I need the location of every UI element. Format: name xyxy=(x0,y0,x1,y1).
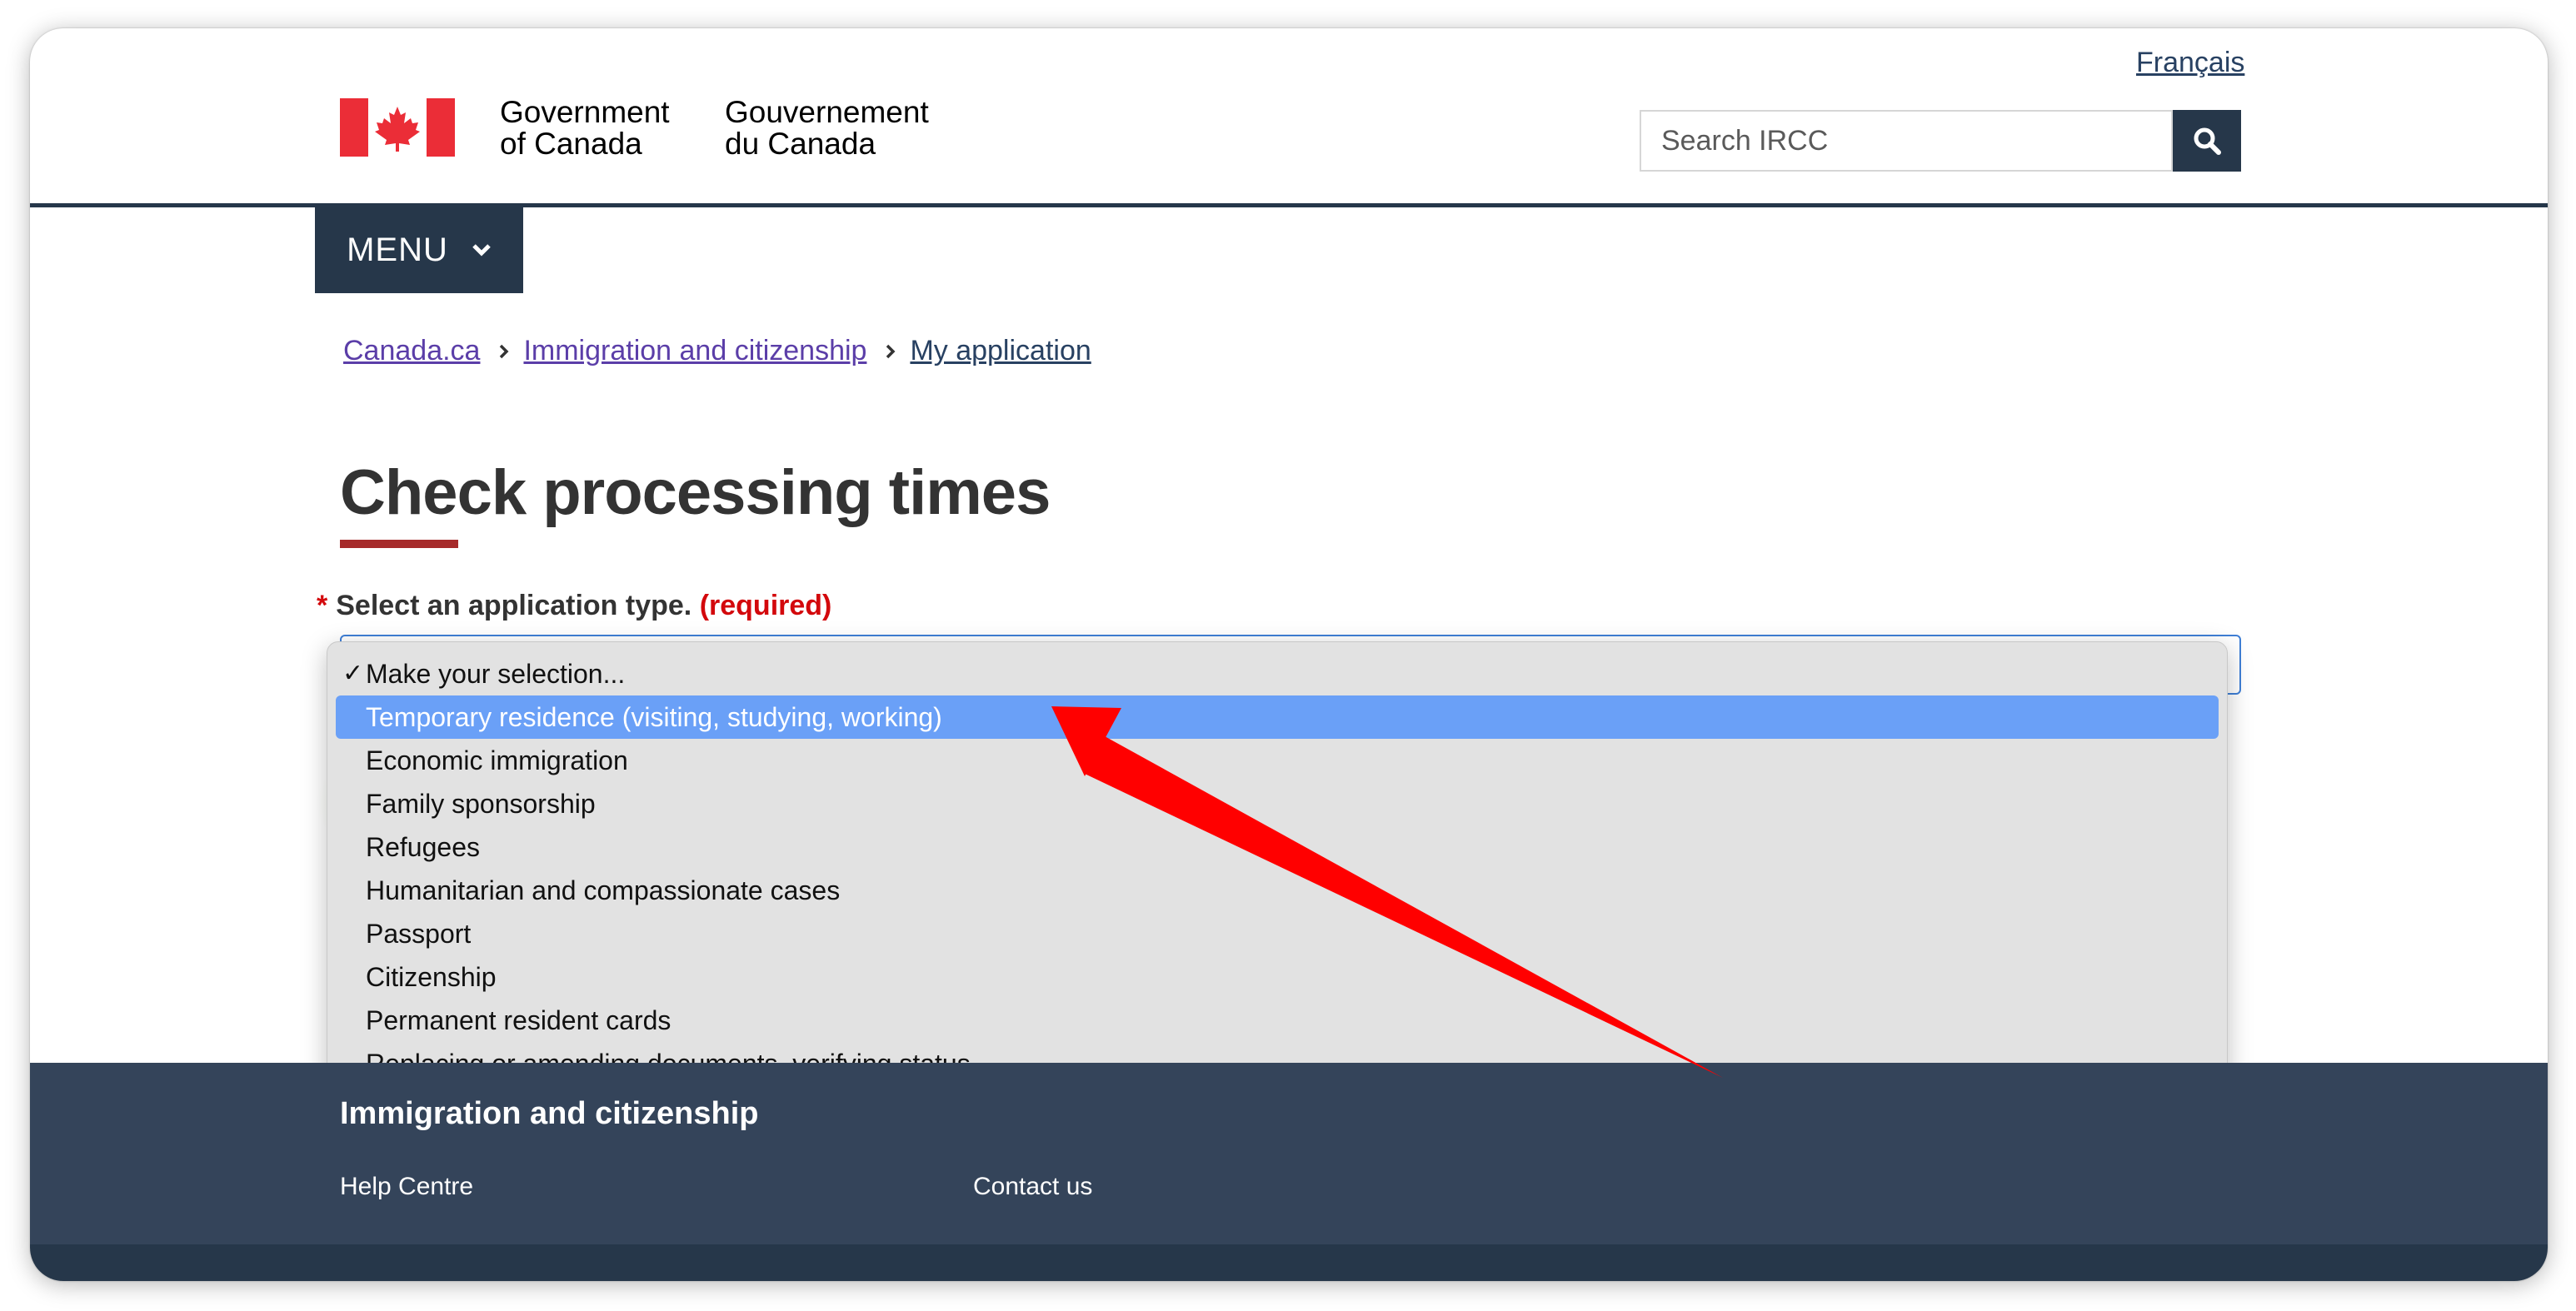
option-label: Family sponsorship xyxy=(366,789,596,819)
option-label: Humanitarian and compassionate cases xyxy=(366,875,841,905)
wordmark-french-line1: Gouvernement xyxy=(725,95,929,129)
dropdown-option-humanitarian[interactable]: Humanitarian and compassionate cases xyxy=(336,869,2219,912)
dropdown-option-pr-cards[interactable]: Permanent resident cards xyxy=(336,999,2219,1042)
breadcrumb-my-application[interactable]: My application xyxy=(910,335,1091,367)
footer-bottom-bar xyxy=(30,1244,2548,1281)
breadcrumb: Canada.ca Immigration and citizenship My… xyxy=(343,335,1091,367)
dropdown-option-citizenship[interactable]: Citizenship xyxy=(336,955,2219,999)
page-title: Check processing times xyxy=(340,457,1051,528)
option-label: Permanent resident cards xyxy=(366,1005,671,1035)
checkmark-icon: ✓ xyxy=(342,660,364,687)
application-type-label: * Select an application type. (required) xyxy=(317,590,831,622)
option-label: Economic immigration xyxy=(366,745,628,775)
breadcrumb-canada-ca[interactable]: Canada.ca xyxy=(343,335,480,367)
required-asterisk: * xyxy=(317,590,328,621)
canada-flag-icon xyxy=(340,98,455,157)
required-text: (required) xyxy=(699,590,832,621)
wordmark-french: Gouvernement du Canada xyxy=(725,97,929,160)
footer-title: Immigration and citizenship xyxy=(340,1096,759,1131)
footer-link-contact-us[interactable]: Contact us xyxy=(973,1173,1092,1201)
footer-link-help-centre[interactable]: Help Centre xyxy=(340,1173,473,1201)
search-input[interactable] xyxy=(1640,110,2173,172)
menu-button[interactable]: MENU xyxy=(315,207,523,293)
browser-window: Français Government of Canada Gouverneme… xyxy=(30,28,2548,1281)
dropdown-option-economic-immigration[interactable]: Economic immigration xyxy=(336,739,2219,782)
dropdown-option-temporary-residence[interactable]: Temporary residence (visiting, studying,… xyxy=(336,695,2219,739)
wordmark-english-line1: Government xyxy=(500,95,670,129)
dropdown-option-family-sponsorship[interactable]: Family sponsorship xyxy=(336,782,2219,825)
menu-label: MENU xyxy=(347,231,448,268)
footer-main xyxy=(30,1063,2548,1244)
option-label: Temporary residence (visiting, studying,… xyxy=(366,702,942,732)
chevron-right-icon xyxy=(885,343,896,360)
search-icon xyxy=(2194,127,2221,155)
dropdown-option-make-selection[interactable]: ✓ Make your selection... xyxy=(336,652,2219,695)
option-label: Refugees xyxy=(366,832,480,862)
wordmark-french-line2: du Canada xyxy=(725,127,876,161)
wordmark-english-line2: of Canada xyxy=(500,127,642,161)
wordmark-english: Government of Canada xyxy=(500,97,670,160)
title-underline xyxy=(340,540,458,548)
option-label: Citizenship xyxy=(366,962,497,992)
language-toggle-link[interactable]: Français xyxy=(2136,47,2244,79)
option-label: Make your selection... xyxy=(366,659,626,689)
chevron-right-icon xyxy=(498,343,510,360)
breadcrumb-immigration[interactable]: Immigration and citizenship xyxy=(523,335,866,367)
option-label: Passport xyxy=(366,919,472,949)
search-button[interactable] xyxy=(2173,110,2241,172)
dropdown-option-refugees[interactable]: Refugees xyxy=(336,825,2219,869)
dropdown-option-passport[interactable]: Passport xyxy=(336,912,2219,955)
field-label-text: Select an application type. xyxy=(336,590,692,621)
chevron-down-icon xyxy=(472,244,491,257)
application-type-dropdown[interactable]: ✓ Make your selection... Temporary resid… xyxy=(327,641,2228,1118)
